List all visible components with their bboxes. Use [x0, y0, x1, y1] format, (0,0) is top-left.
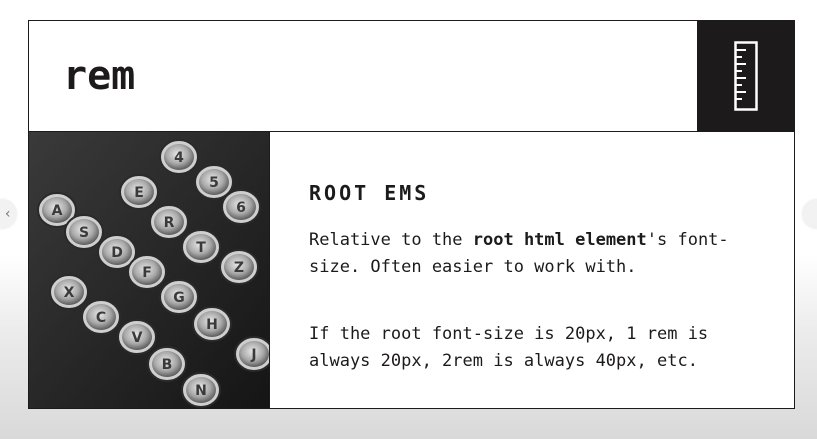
typewriter-key: G [159, 279, 199, 315]
paragraph-example: If the root font-size is 20px, 1 rem is … [309, 324, 719, 371]
slide-header: rem [29, 21, 794, 132]
typewriter-key: B [147, 346, 187, 382]
typewriter-key-label: H [206, 317, 218, 333]
typewriter-key-label: N [195, 383, 207, 399]
typewriter-key-label: C [96, 310, 106, 326]
typewriter-key-label: R [164, 215, 175, 231]
paragraph-prefix: Relative to the [309, 230, 473, 250]
typewriter-photo: 4 5 6 R T E AS D F G H Z J X C V B N [29, 132, 270, 408]
typewriter-key-label: D [111, 245, 123, 261]
typewriter-key: T [181, 229, 221, 265]
ruler-icon [734, 41, 758, 111]
prev-slide-button[interactable]: ‹ [0, 200, 16, 228]
typewriter-key: 6 [221, 189, 261, 225]
typewriter-key: E [119, 174, 159, 210]
ruler-icon-box [697, 21, 794, 131]
typewriter-key: H [192, 306, 232, 342]
paragraph-relative: Relative to the root html element's font… [309, 227, 779, 281]
section-subtitle: ROOT EMS [309, 181, 430, 205]
typewriter-key-label: 5 [209, 175, 219, 191]
typewriter-key: C [81, 299, 121, 335]
slide-title: rem [63, 53, 136, 99]
typewriter-key-label: X [64, 285, 75, 301]
chevron-left-icon: ‹ [3, 206, 12, 222]
typewriter-key-label: A [52, 203, 63, 219]
typewriter-key: F [127, 254, 167, 290]
typewriter-key: N [181, 372, 221, 408]
typewriter-key-label: G [173, 290, 185, 306]
next-slide-button[interactable] [803, 200, 817, 228]
typewriter-key-label: B [162, 357, 173, 373]
typewriter-key-label: 6 [236, 200, 246, 216]
typewriter-key-label: J [250, 347, 256, 363]
typewriter-key: V [117, 319, 157, 355]
typewriter-key: S [64, 214, 104, 250]
typewriter-key-label: V [132, 330, 143, 346]
slide-card: rem 4 5 6 R T E A S D F G H Z J X C V B … [28, 20, 795, 409]
typewriter-key-label: T [196, 240, 206, 256]
typewriter-key-label: F [142, 265, 152, 281]
typewriter-keys-image: 4 5 6 R T E AS D F G H Z J X C V B N [29, 132, 269, 408]
paragraph-bold: root html element [472, 230, 647, 250]
typewriter-key: 4 [159, 139, 199, 175]
typewriter-key-label: E [134, 185, 144, 201]
typewriter-key: J [234, 336, 269, 372]
typewriter-key: X [49, 274, 89, 310]
typewriter-key: Z [219, 249, 259, 285]
typewriter-key-label: 4 [174, 150, 184, 166]
typewriter-key: R [149, 204, 189, 240]
typewriter-key-label: S [79, 225, 89, 241]
typewriter-key-label: Z [234, 260, 244, 276]
